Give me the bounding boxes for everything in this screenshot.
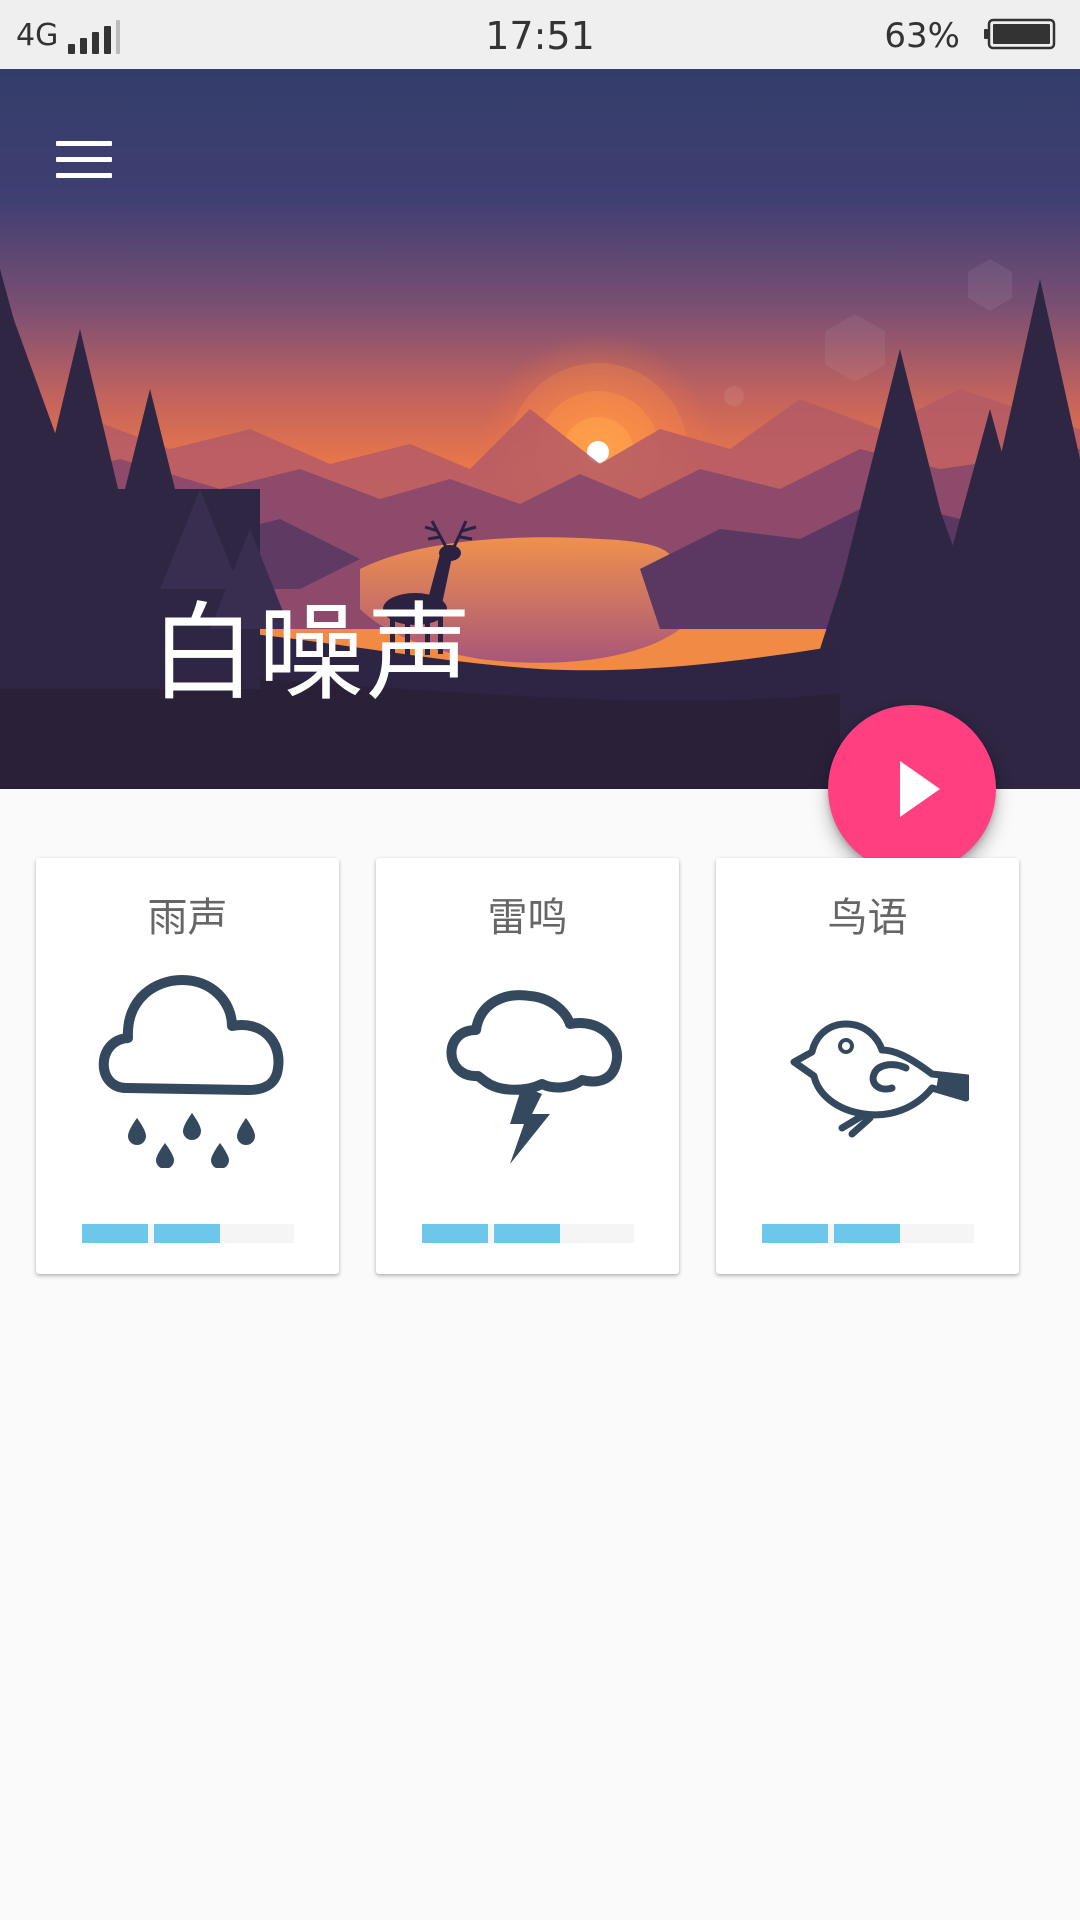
volume-segment: [422, 1224, 488, 1243]
sound-card-rain[interactable]: 雨声: [36, 858, 339, 1274]
volume-segment: [82, 1224, 148, 1243]
sound-card-thunder[interactable]: 雷鸣: [376, 858, 679, 1274]
hamburger-menu-icon-line: [56, 157, 112, 162]
bird-icon: [790, 1020, 969, 1138]
volume-bar[interactable]: [82, 1224, 294, 1243]
volume-bar[interactable]: [422, 1224, 634, 1243]
hamburger-menu-icon: [56, 141, 112, 146]
volume-bar[interactable]: [762, 1224, 974, 1243]
volume-segment: [494, 1224, 560, 1243]
battery-icon: [984, 18, 1056, 50]
battery-percent: 63%: [884, 16, 960, 56]
status-bar: 4G 17:51 63%: [0, 0, 1080, 69]
volume-segment: [834, 1224, 900, 1243]
volume-segment: [154, 1224, 220, 1243]
play-button[interactable]: [828, 705, 996, 873]
rain-cloud-icon: [98, 975, 284, 1168]
hero-banner: 白噪声: [0, 69, 1080, 789]
play-icon: [900, 761, 940, 817]
volume-segment: [762, 1224, 828, 1243]
hamburger-menu-icon-line: [56, 173, 112, 178]
sound-card-title: 鸟语: [827, 895, 908, 941]
sound-card-title: 雷鸣: [487, 895, 568, 941]
page-title: 白噪声: [150, 592, 474, 715]
menu-button[interactable]: [40, 125, 126, 195]
thunder-cloud-icon: [446, 990, 623, 1164]
sound-card-birds[interactable]: 鸟语: [716, 858, 1019, 1274]
sound-card-title: 雨声: [147, 895, 228, 941]
